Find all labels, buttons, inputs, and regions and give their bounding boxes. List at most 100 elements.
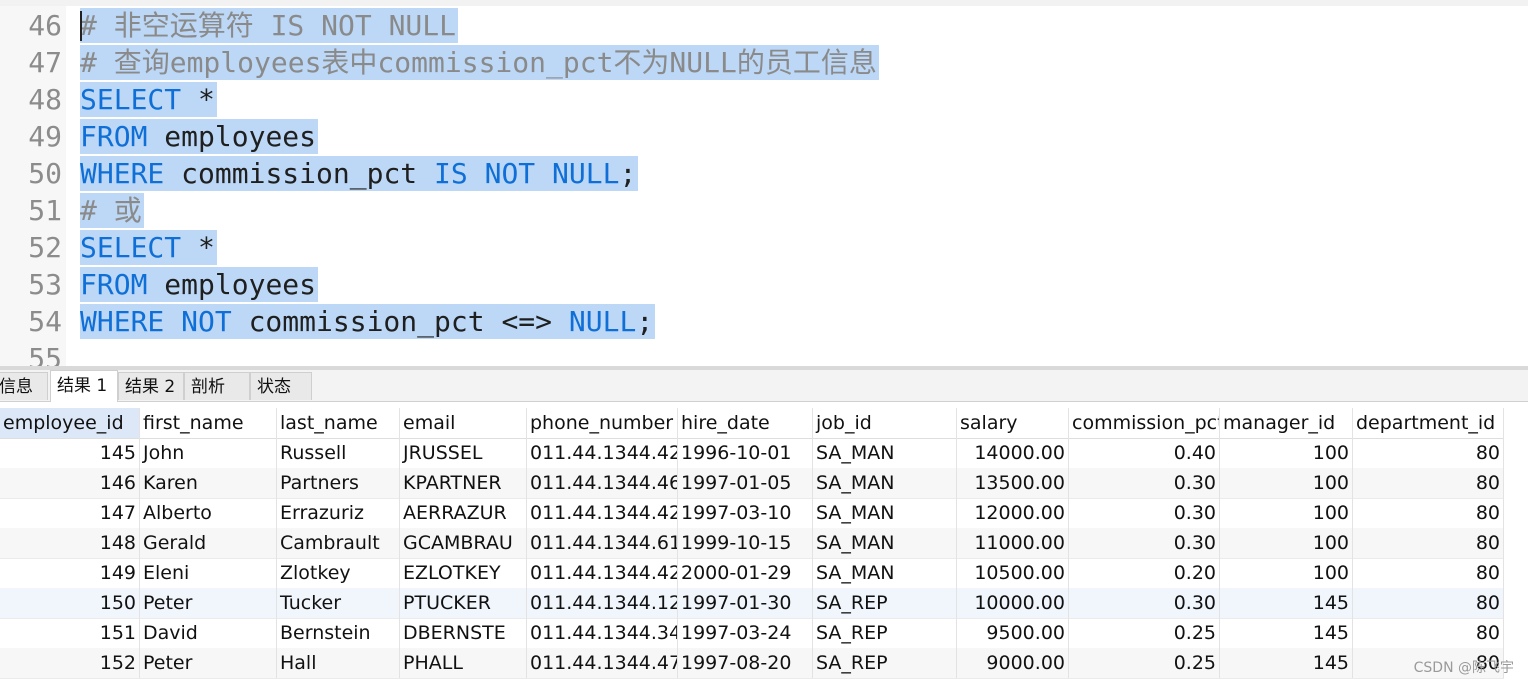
table-cell[interactable]: 0.25 — [1069, 648, 1220, 678]
code-line[interactable]: 52 SELECT * — [0, 229, 1528, 266]
table-cell[interactable]: 11000.00 — [957, 528, 1069, 558]
table-cell[interactable]: 1997-01-05 — [678, 468, 813, 498]
tab-info[interactable]: 信息 — [0, 372, 48, 400]
table-cell[interactable]: 100 — [1220, 528, 1353, 558]
table-cell[interactable]: Peter — [140, 588, 277, 618]
code-line[interactable]: 50 WHERE commission_pct IS NOT NULL; — [0, 155, 1528, 192]
table-cell[interactable]: 0.30 — [1069, 588, 1220, 618]
sql-editor[interactable]: 46 # 非空运算符 IS NOT NULL 47 # 查询employees表中co… — [0, 6, 1528, 366]
table-cell[interactable]: 145 — [0, 438, 140, 468]
table-cell[interactable]: SA_MAN — [813, 438, 957, 468]
table-cell[interactable]: SA_REP — [813, 588, 957, 618]
table-cell[interactable]: 100 — [1220, 498, 1353, 528]
table-cell[interactable]: Karen — [140, 468, 277, 498]
code-line[interactable]: 53 FROM employees — [0, 266, 1528, 303]
table-cell[interactable]: SA_MAN — [813, 558, 957, 588]
table-cell[interactable]: SA_MAN — [813, 528, 957, 558]
table-cell[interactable]: 011.44.1344.429268 — [527, 438, 678, 468]
table-cell[interactable]: 011.44.1344.429018 — [527, 558, 678, 588]
table-cell[interactable]: Zlotkey — [277, 558, 400, 588]
table-cell[interactable]: 14000.00 — [957, 438, 1069, 468]
table-cell[interactable]: PTUCKER — [400, 588, 527, 618]
table-cell[interactable]: 1997-03-24 — [678, 618, 813, 648]
table-cell[interactable]: AERRAZUR — [400, 498, 527, 528]
table-cell[interactable]: SA_MAN — [813, 498, 957, 528]
table-cell[interactable]: 1999-10-15 — [678, 528, 813, 558]
column-header-phone-number[interactable]: phone_number — [527, 408, 678, 438]
table-row[interactable]: 151DavidBernsteinDBERNSTE011.44.1344.345… — [0, 618, 1504, 649]
table-cell[interactable]: Tucker — [277, 588, 400, 618]
table-cell[interactable]: 80 — [1353, 588, 1504, 618]
table-cell[interactable]: 80 — [1353, 438, 1504, 468]
table-cell[interactable]: 152 — [0, 648, 140, 678]
table-cell[interactable]: Gerald — [140, 528, 277, 558]
table-cell[interactable]: DBERNSTE — [400, 618, 527, 648]
table-cell[interactable]: SA_MAN — [813, 468, 957, 498]
table-cell[interactable]: 1997-03-10 — [678, 498, 813, 528]
table-cell[interactable]: 100 — [1220, 468, 1353, 498]
table-cell[interactable]: 145 — [1220, 618, 1353, 648]
table-cell[interactable]: 011.44.1344.429278 — [527, 498, 678, 528]
table-cell[interactable]: Bernstein — [277, 618, 400, 648]
table-cell[interactable]: 146 — [0, 468, 140, 498]
table-row[interactable]: 152PeterHallPHALL011.44.1344.4789681997-… — [0, 648, 1504, 679]
column-header-first-name[interactable]: first_name — [140, 408, 277, 438]
table-cell[interactable]: Peter — [140, 648, 277, 678]
table-cell[interactable]: 80 — [1353, 618, 1504, 648]
table-cell[interactable]: 0.30 — [1069, 498, 1220, 528]
tab-profile[interactable]: 剖析 — [184, 372, 250, 400]
tab-result-2[interactable]: 结果 2 — [118, 372, 184, 400]
table-cell[interactable]: 0.20 — [1069, 558, 1220, 588]
code-line[interactable]: 49 FROM employees — [0, 118, 1528, 155]
table-cell[interactable]: 151 — [0, 618, 140, 648]
table-cell[interactable]: 011.44.1344.467268 — [527, 468, 678, 498]
table-cell[interactable]: 10000.00 — [957, 588, 1069, 618]
column-header-job-id[interactable]: job_id — [813, 408, 957, 438]
table-cell[interactable]: Hall — [277, 648, 400, 678]
table-cell[interactable]: EZLOTKEY — [400, 558, 527, 588]
table-cell[interactable]: Alberto — [140, 498, 277, 528]
column-header-email[interactable]: email — [400, 408, 527, 438]
column-header-hire-date[interactable]: hire_date — [678, 408, 813, 438]
table-cell[interactable]: GCAMBRAU — [400, 528, 527, 558]
table-cell[interactable]: 13500.00 — [957, 468, 1069, 498]
table-cell[interactable]: 0.25 — [1069, 618, 1220, 648]
code-line[interactable]: 46 # 非空运算符 IS NOT NULL — [0, 7, 1528, 44]
code-line[interactable]: 51 # 或 — [0, 192, 1528, 229]
table-cell[interactable]: 148 — [0, 528, 140, 558]
table-cell[interactable]: 0.30 — [1069, 468, 1220, 498]
table-cell[interactable]: PHALL — [400, 648, 527, 678]
table-cell[interactable]: KPARTNER — [400, 468, 527, 498]
table-cell[interactable]: 1996-10-01 — [678, 438, 813, 468]
table-cell[interactable]: 2000-01-29 — [678, 558, 813, 588]
table-cell[interactable]: 100 — [1220, 438, 1353, 468]
table-cell[interactable]: 150 — [0, 588, 140, 618]
table-cell[interactable]: Cambrault — [277, 528, 400, 558]
table-cell[interactable]: 145 — [1220, 588, 1353, 618]
column-header-salary[interactable]: salary — [957, 408, 1069, 438]
table-row[interactable]: 149EleniZlotkeyEZLOTKEY011.44.1344.42901… — [0, 558, 1504, 589]
column-header-last-name[interactable]: last_name — [277, 408, 400, 438]
table-cell[interactable]: 9500.00 — [957, 618, 1069, 648]
table-cell[interactable]: Errazuriz — [277, 498, 400, 528]
table-row[interactable]: 148 Gerald Cambrault GCAMBRAU 011.44.1344.6 1… — [0, 528, 1504, 559]
column-header-manager-id[interactable]: manager_id — [1220, 408, 1353, 438]
table-cell[interactable]: 100 — [1220, 558, 1353, 588]
code-line[interactable]: 55 — [0, 340, 1528, 366]
table-cell[interactable]: 80 — [1353, 558, 1504, 588]
table-cell[interactable]: 149 — [0, 558, 140, 588]
table-cell[interactable]: 1997-01-30 — [678, 588, 813, 618]
table-cell[interactable]: 011.44.1344.478968 — [527, 648, 678, 678]
tab-result-1[interactable]: 结果 1 — [50, 370, 118, 402]
tab-status[interactable]: 状态 — [250, 372, 312, 400]
table-row[interactable]: 145JohnRussellJRUSSEL011.44.1344.4292681… — [0, 438, 1504, 469]
table-cell[interactable]: 1997-08-20 — [678, 648, 813, 678]
table-row[interactable]: 146KarenPartnersKPARTNER011.44.1344.4672… — [0, 468, 1504, 499]
table-cell[interactable]: SA_REP — [813, 648, 957, 678]
table-cell[interactable]: 9000.00 — [957, 648, 1069, 678]
table-cell[interactable]: 145 — [1220, 648, 1353, 678]
table-cell[interactable]: 011.44.1344.129268 — [527, 588, 678, 618]
table-cell[interactable]: SA_REP — [813, 618, 957, 648]
table-cell[interactable]: Partners — [277, 468, 400, 498]
table-cell[interactable]: David — [140, 618, 277, 648]
